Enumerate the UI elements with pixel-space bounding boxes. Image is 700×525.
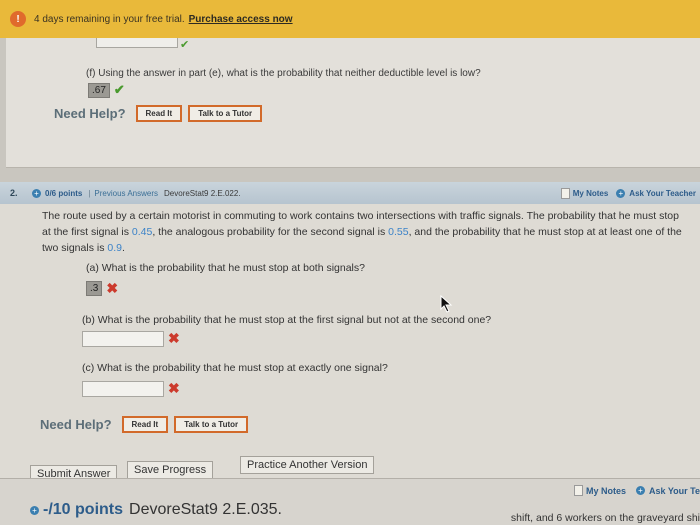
probability-first-signal: 0.45 <box>131 226 153 238</box>
part-a-question: (a) What is the probability that he must… <box>86 262 365 274</box>
trial-text: 4 days remaining in your free trial. <box>34 13 185 25</box>
part-b-question: (b) What is the probability that he must… <box>82 314 492 326</box>
question-code: DevoreStat9 2.E.035. <box>129 501 282 518</box>
practice-another-version-button[interactable]: Practice Another Version <box>240 456 375 474</box>
ask-teacher-link[interactable]: Ask Your Te <box>649 486 700 496</box>
read-it-button[interactable]: Read It <box>121 416 169 433</box>
purchase-access-link[interactable]: Purchase access now <box>189 14 293 25</box>
part-a-answer-row: .3 ✖ <box>86 280 118 297</box>
question-3-card: + -/10 points DevoreStat9 2.E.035. My No… <box>0 478 700 525</box>
warning-icon: ! <box>10 11 26 27</box>
ask-teacher-icon[interactable]: + <box>635 486 645 495</box>
part-b-answer-row: ✖ <box>82 330 180 347</box>
incorrect-icon: ✖ <box>168 330 180 346</box>
check-icon: ✔ <box>180 39 190 51</box>
question-2-card: 2. + 0/6 points | Previous Answers Devor… <box>0 182 700 492</box>
question-2-text: The route used by a certain motorist in … <box>42 208 682 256</box>
my-notes-link[interactable]: My Notes <box>586 486 626 496</box>
need-help-row: Need Help? Read It Talk to a Tutor <box>54 105 268 122</box>
header-actions: My Notes + Ask Your Teacher <box>560 187 696 199</box>
need-help-label: Need Help? <box>54 106 126 121</box>
expand-icon[interactable]: + <box>32 188 41 198</box>
points-score: 0/6 points <box>45 188 83 198</box>
question-text-part: . <box>121 242 125 254</box>
question-2-header: 2. + 0/6 points | Previous Answers Devor… <box>0 182 700 204</box>
notes-icon[interactable] <box>560 187 570 199</box>
question-text-part: , the analogous probability for the seco… <box>152 226 389 238</box>
incorrect-icon: ✖ <box>168 380 180 396</box>
talk-to-tutor-button[interactable]: Talk to a Tutor <box>188 105 263 122</box>
question-code: DevoreStat9 2.E.022. <box>164 188 241 198</box>
previous-answers-link[interactable]: Previous Answers <box>94 189 158 198</box>
notes-icon[interactable] <box>573 485 583 496</box>
part-f-question: (f) Using the answer in part (e), what i… <box>86 68 481 79</box>
read-it-button[interactable]: Read It <box>135 105 183 122</box>
part-c-answer-field[interactable] <box>82 380 164 397</box>
probability-at-least-one: 0.9 <box>107 242 122 254</box>
question-3-header: + -/10 points DevoreStat9 2.E.035. <box>30 501 282 519</box>
part-f-answer-row: .67 ✔ <box>88 82 125 98</box>
probability-second-signal: 0.55 <box>388 226 409 238</box>
check-icon: ✔ <box>113 82 125 97</box>
answer-field-stub[interactable] <box>96 38 178 48</box>
talk-to-tutor-button[interactable]: Talk to a Tutor <box>174 416 249 433</box>
expand-icon[interactable]: + <box>30 505 39 515</box>
part-b-answer-field[interactable] <box>82 330 164 347</box>
part-f-answer-field[interactable]: .67 <box>88 82 110 98</box>
previous-question-card: ✔ (f) Using the answer in part (e), what… <box>6 38 700 168</box>
separator: | <box>88 188 91 198</box>
save-progress-button[interactable]: Save Progress <box>127 461 214 479</box>
points-score: -/10 points <box>43 501 124 518</box>
incorrect-icon: ✖ <box>106 280 119 296</box>
ask-teacher-icon[interactable]: + <box>616 188 626 198</box>
ask-teacher-link[interactable]: Ask Your Teacher <box>629 189 696 198</box>
question-3-text: shift, and 6 workers on the graveyard sh… <box>510 512 700 524</box>
need-help-row: Need Help? Read It Talk to a Tutor <box>40 416 254 433</box>
trial-banner: ! 4 days remaining in your free trial. P… <box>0 0 700 38</box>
part-c-answer-row: ✖ <box>82 380 180 397</box>
question-number: 2. <box>10 188 18 198</box>
my-notes-link[interactable]: My Notes <box>573 189 609 198</box>
header-actions: My Notes + Ask Your Te <box>573 485 700 496</box>
part-a-answer-field[interactable]: .3 <box>86 281 103 296</box>
need-help-label: Need Help? <box>40 417 112 432</box>
part-c-question: (c) What is the probability that he must… <box>82 362 388 374</box>
cursor-icon <box>440 295 453 313</box>
